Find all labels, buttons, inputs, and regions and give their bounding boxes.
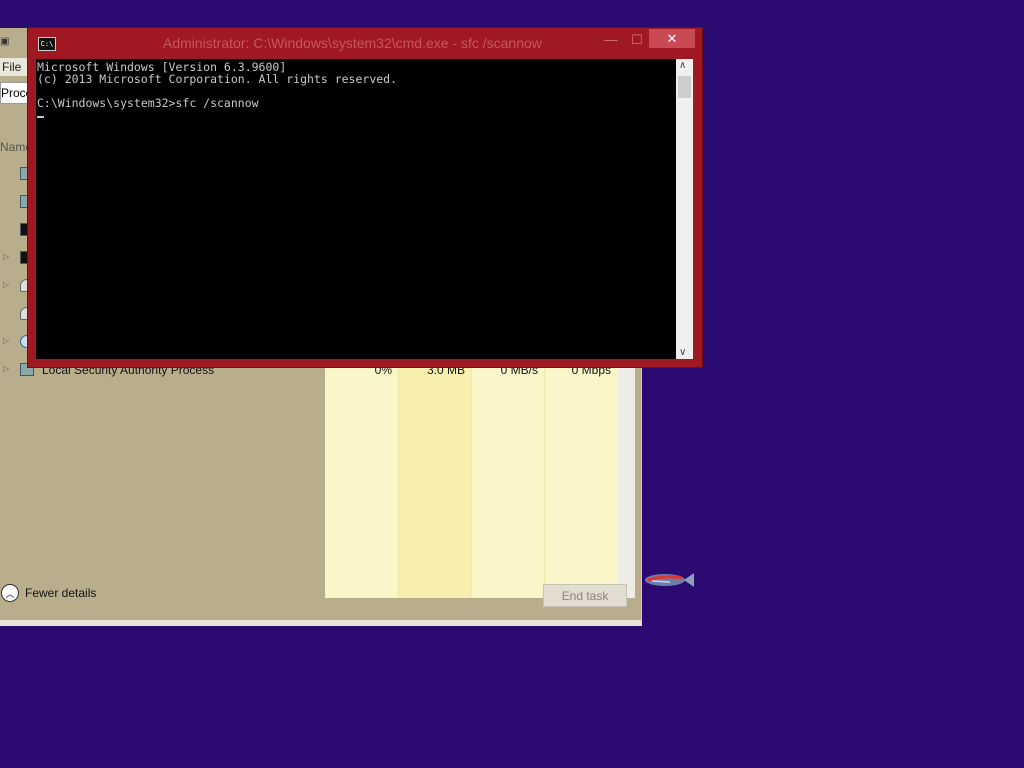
console-scrollbar[interactable]: ∧ ∨ (676, 59, 693, 359)
menu-file[interactable]: File (0, 58, 30, 76)
console-text: Microsoft Windows [Version 6.3.9600] (c)… (37, 60, 398, 110)
scroll-down-icon[interactable]: ∨ (679, 347, 686, 358)
minimize-button[interactable]: — (600, 31, 622, 51)
scroll-up-icon[interactable]: ∧ (679, 60, 686, 71)
scrollbar-thumb[interactable] (678, 76, 691, 98)
chevron-up-icon: ︿ (1, 584, 19, 602)
maximize-button[interactable]: ☐ (626, 31, 648, 51)
cmd-app-icon[interactable]: C:\ (38, 37, 56, 51)
fewer-details-button[interactable]: ︿ Fewer details (0, 584, 96, 602)
text-cursor (37, 116, 44, 118)
task-manager-icon: ▣ (0, 36, 10, 47)
expand-chevron-icon[interactable]: ▷ (3, 336, 9, 345)
cmd-window-title: Administrator: C:\Windows\system32\cmd.e… (163, 35, 542, 51)
console-output[interactable]: Microsoft Windows [Version 6.3.9600] (c)… (36, 59, 676, 359)
expand-chevron-icon[interactable]: ▷ (3, 280, 9, 289)
end-task-button[interactable]: End task (543, 584, 627, 607)
expand-chevron-icon[interactable]: ▷ (3, 364, 9, 373)
cmd-title-bar[interactable]: C:\ Administrator: C:\Windows\system32\c… (28, 28, 702, 58)
fewer-details-label: Fewer details (25, 586, 97, 600)
command-prompt-window[interactable]: C:\ Administrator: C:\Windows\system32\c… (27, 27, 703, 368)
tab-processes[interactable]: Proce (0, 82, 30, 104)
close-button[interactable]: ✕ (649, 29, 695, 48)
fish-wallpaper-image (645, 573, 694, 587)
expand-chevron-icon[interactable]: ▷ (3, 252, 9, 261)
